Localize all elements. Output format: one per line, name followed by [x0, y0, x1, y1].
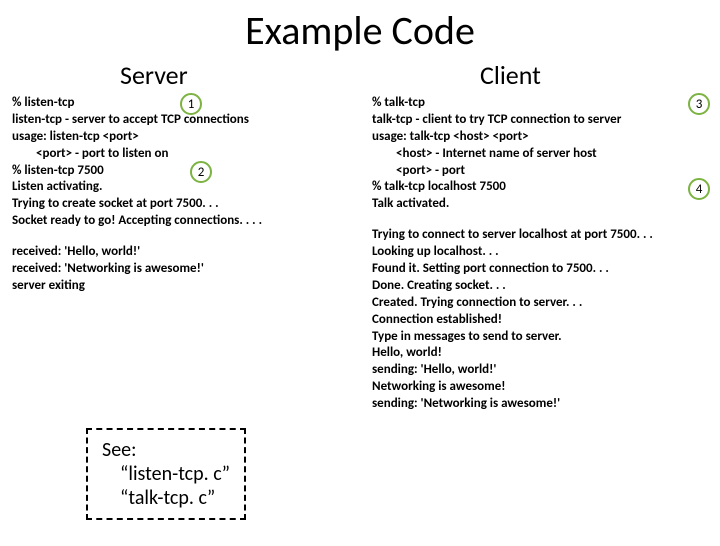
server-body: % listen-tcp listen-tcp - server to acce…: [12, 95, 352, 295]
server-line5: % listen-tcp 7500: [12, 163, 352, 180]
see-item-2: “talk-tcp. c”: [102, 486, 230, 510]
client-line8: Trying to connect to server localhost at…: [372, 227, 712, 244]
client-line7: Talk activated.: [372, 196, 712, 213]
client-line17: Networking is awesome!: [372, 379, 712, 396]
client-line11: Done. Creating socket. . .: [372, 278, 712, 295]
badge-3: 3: [688, 93, 710, 115]
server-line8: Socket ready to go! Accepting connection…: [12, 213, 352, 230]
client-line5: <port> - port: [372, 163, 712, 180]
server-line4: <port> - port to listen on: [12, 146, 352, 163]
client-line3: usage: talk-tcp <host> <port>: [372, 129, 712, 146]
columns: Server 1 2 % listen-tcp listen-tcp - ser…: [0, 59, 720, 413]
see-title: See:: [102, 438, 230, 462]
see-item-1: “listen-tcp. c”: [102, 462, 230, 486]
client-body: % talk-tcp talk-tcp - client to try TCP …: [372, 95, 712, 413]
client-line12: Created. Trying connection to server. . …: [372, 295, 712, 312]
client-header: Client: [480, 59, 712, 91]
server-line2: listen-tcp - server to accept TCP connec…: [12, 112, 352, 129]
client-line6: % talk-tcp localhost 7500: [372, 179, 712, 196]
client-line4: <host> - Internet name of server host: [372, 146, 712, 163]
client-line14: Type in messages to send to server.: [372, 329, 712, 346]
server-line7: Trying to create socket at port 7500. . …: [12, 196, 352, 213]
client-line13: Connection established!: [372, 312, 712, 329]
server-line11: server exiting: [12, 278, 352, 295]
client-line18: sending: 'Networking is awesome!': [372, 396, 712, 413]
client-column: Client 3 4 % talk-tcp talk-tcp - client …: [360, 59, 720, 413]
server-header: Server: [120, 59, 352, 91]
server-line9: received: 'Hello, world!': [12, 244, 352, 261]
server-line6: Listen activating.: [12, 179, 352, 196]
badge-2: 2: [190, 161, 212, 183]
server-column: Server 1 2 % listen-tcp listen-tcp - ser…: [0, 59, 360, 413]
see-box: See: “listen-tcp. c” “talk-tcp. c”: [86, 428, 246, 520]
page-title: Example Code: [0, 6, 720, 55]
client-line10: Found it. Setting port connection to 750…: [372, 261, 712, 278]
badge-4: 4: [688, 178, 710, 200]
client-line15: Hello, world!: [372, 345, 712, 362]
client-line1: % talk-tcp: [372, 95, 712, 112]
server-line10: received: 'Networking is awesome!': [12, 261, 352, 278]
client-line9: Looking up localhost. . .: [372, 244, 712, 261]
client-line16: sending: 'Hello, world!': [372, 362, 712, 379]
client-line2: talk-tcp - client to try TCP connection …: [372, 112, 712, 129]
badge-1: 1: [180, 93, 202, 115]
server-line3: usage: listen-tcp <port>: [12, 129, 352, 146]
